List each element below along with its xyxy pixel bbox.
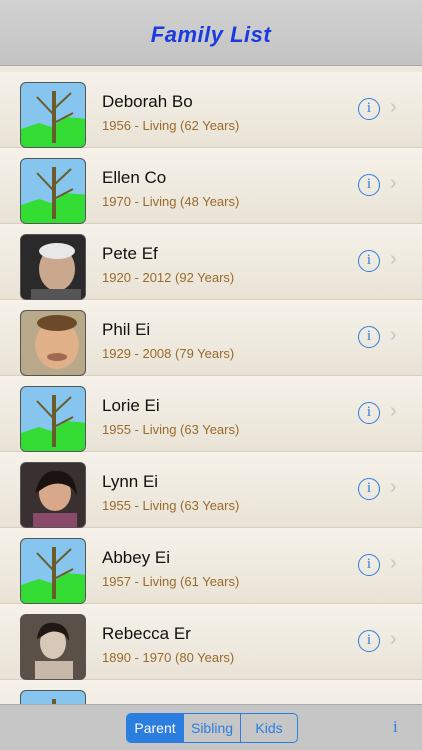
person-name: Lorie Ei	[102, 396, 160, 415]
person-name: Rebecca Er	[102, 624, 191, 643]
person-dates: 1920 - 2012 (92 Years)	[102, 270, 235, 285]
navigation-bar: Family List	[0, 0, 422, 66]
person-dates: 1955 - Living (63 Years)	[102, 422, 240, 437]
person-name: Lynn Ei	[102, 472, 159, 491]
list-item[interactable]: Pete Ef 1920 - 2012 (92 Years) i ›	[0, 224, 422, 300]
list-item[interactable]: Ellen Co 1970 - Living (48 Years) i ›	[0, 148, 422, 224]
info-button[interactable]: i	[393, 717, 398, 737]
info-icon[interactable]: i	[358, 250, 380, 272]
person-name: Phil Ei	[102, 320, 151, 339]
chevron-right-icon: ›	[390, 172, 397, 194]
person-name: Ellen Co	[102, 168, 167, 187]
chevron-right-icon: ›	[390, 400, 397, 422]
relation-segmented-control[interactable]: Parent Sibling Kids	[126, 713, 298, 743]
tree-placeholder-avatar	[20, 690, 86, 704]
chevron-right-icon: ›	[390, 96, 397, 118]
person-name: Pete Ef	[102, 244, 158, 263]
tree-placeholder-avatar	[20, 538, 86, 604]
photo-avatar	[20, 462, 86, 528]
info-icon[interactable]: i	[358, 98, 380, 120]
info-icon[interactable]: i	[358, 478, 380, 500]
person-dates: 1957 - Living (61 Years)	[102, 574, 240, 589]
info-icon[interactable]: i	[358, 174, 380, 196]
info-icon[interactable]: i	[358, 402, 380, 424]
chevron-right-icon: ›	[390, 324, 397, 346]
info-icon[interactable]: i	[358, 326, 380, 348]
photo-avatar	[20, 614, 86, 680]
list-item-partial-bottom[interactable]	[0, 680, 422, 704]
person-dates: 1970 - Living (48 Years)	[102, 194, 240, 209]
list-item[interactable]: Deborah Bo 1956 - Living (62 Years) i ›	[0, 72, 422, 148]
tree-placeholder-avatar	[20, 158, 86, 224]
list-item[interactable]: Rebecca Er 1890 - 1970 (80 Years) i ›	[0, 604, 422, 680]
photo-avatar	[20, 310, 86, 376]
chevron-right-icon: ›	[390, 476, 397, 498]
person-name: Deborah Bo	[102, 92, 193, 111]
chevron-right-icon: ›	[390, 628, 397, 650]
person-dates: 1890 - 1970 (80 Years)	[102, 650, 235, 665]
info-icon[interactable]: i	[358, 554, 380, 576]
segment-parent[interactable]: Parent	[127, 714, 183, 742]
tree-placeholder-avatar	[20, 82, 86, 148]
chevron-right-icon: ›	[390, 552, 397, 574]
tree-placeholder-avatar	[20, 386, 86, 452]
person-dates: 1956 - Living (62 Years)	[102, 118, 240, 133]
person-dates: 1929 - 2008 (79 Years)	[102, 346, 235, 361]
list-item[interactable]: Lorie Ei 1955 - Living (63 Years) i ›	[0, 376, 422, 452]
info-icon[interactable]: i	[358, 630, 380, 652]
page-title: Family List	[150, 22, 272, 47]
list-item[interactable]: Phil Ei 1929 - 2008 (79 Years) i ›	[0, 300, 422, 376]
segment-sibling[interactable]: Sibling	[183, 714, 240, 742]
bottom-toolbar: Parent Sibling Kids i	[0, 704, 422, 750]
list-item[interactable]: Lynn Ei 1955 - Living (63 Years) i ›	[0, 452, 422, 528]
segment-kids[interactable]: Kids	[240, 714, 297, 742]
list-item[interactable]: Abbey Ei 1957 - Living (61 Years) i ›	[0, 528, 422, 604]
person-dates: 1955 - Living (63 Years)	[102, 498, 240, 513]
person-name: Abbey Ei	[102, 548, 171, 567]
family-list[interactable]: Deborah Bo 1956 - Living (62 Years) i › …	[0, 66, 422, 704]
photo-avatar	[20, 234, 86, 300]
chevron-right-icon: ›	[390, 248, 397, 270]
